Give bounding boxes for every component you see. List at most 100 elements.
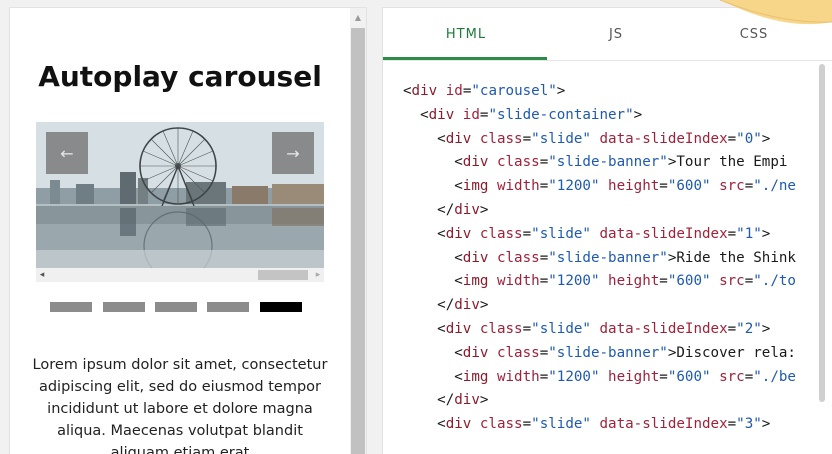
code-token: "slide" bbox=[531, 225, 591, 242]
scroll-up-arrow-icon[interactable]: ▲ bbox=[350, 8, 366, 26]
code-token: = bbox=[522, 416, 532, 433]
code-token: "2" bbox=[736, 320, 762, 337]
code-token: img bbox=[462, 273, 489, 290]
code-token: div bbox=[462, 249, 489, 266]
carousel-indicator-2[interactable] bbox=[103, 302, 145, 312]
code-line: <div id="slide-container"> bbox=[403, 104, 815, 128]
code-token: id bbox=[445, 83, 463, 99]
code-token: src bbox=[719, 178, 745, 195]
code-token: = bbox=[539, 178, 549, 195]
code-token: height bbox=[608, 368, 660, 385]
code-token: class bbox=[479, 225, 523, 242]
code-token: < bbox=[403, 416, 446, 433]
preview-vertical-scrollbar[interactable]: ▲ bbox=[350, 8, 366, 454]
code-line: </div> bbox=[403, 199, 815, 223]
vertical-scroll-thumb[interactable] bbox=[351, 28, 365, 454]
code-line: </div> bbox=[403, 294, 815, 318]
code-token: = bbox=[727, 225, 737, 242]
code-token: img bbox=[462, 368, 489, 385]
code-token: width bbox=[496, 368, 540, 385]
code-token: = bbox=[727, 320, 737, 337]
code-line: <img width="1200" height="600" src="./be bbox=[403, 366, 815, 390]
code-token: class bbox=[496, 154, 540, 171]
code-line: </div> bbox=[403, 389, 815, 413]
code-token: "0" bbox=[736, 130, 762, 147]
code-token: "slide" bbox=[531, 416, 591, 433]
code-token: height bbox=[608, 273, 660, 290]
code-token: width bbox=[496, 273, 540, 290]
code-token: > bbox=[761, 320, 771, 337]
code-token: = bbox=[522, 225, 532, 242]
carousel-indicator-3[interactable] bbox=[155, 302, 197, 312]
code-token: div bbox=[454, 201, 480, 218]
code-line: <div class="slide" data-slideIndex="3"> bbox=[403, 413, 815, 437]
code-token: = bbox=[539, 368, 549, 385]
code-token: div bbox=[445, 130, 472, 147]
carousel-indicator-4[interactable] bbox=[207, 302, 249, 312]
scroll-left-arrow-icon[interactable]: ◂ bbox=[36, 268, 48, 282]
code-token: id bbox=[462, 106, 480, 123]
carousel-next-button[interactable]: → bbox=[272, 132, 314, 174]
code-token: div bbox=[445, 416, 472, 433]
page-title: Autoplay carousel bbox=[38, 60, 322, 93]
code-token: src bbox=[719, 273, 745, 290]
html-code-editor[interactable]: <div id="carousel"> <div id="slide-conta… bbox=[403, 80, 815, 454]
horizontal-scroll-thumb[interactable] bbox=[258, 270, 308, 280]
code-token: div bbox=[445, 320, 472, 337]
code-token: class bbox=[479, 416, 523, 433]
code-token: > bbox=[633, 106, 643, 123]
carousel-indicators bbox=[36, 302, 324, 314]
code-token: </ bbox=[403, 201, 455, 218]
code-token: = bbox=[744, 273, 754, 290]
code-token: < bbox=[403, 320, 446, 337]
scroll-right-arrow-icon[interactable]: ▸ bbox=[312, 268, 324, 282]
code-token: data-slideIndex bbox=[599, 320, 728, 337]
carousel-prev-button[interactable]: ← bbox=[46, 132, 88, 174]
tab-js[interactable]: JS bbox=[541, 8, 691, 60]
carousel: ← → ◂ ▸ bbox=[36, 122, 324, 312]
code-token: class bbox=[479, 320, 523, 337]
page-curl-decoration bbox=[720, 0, 832, 25]
code-token: > bbox=[479, 201, 489, 218]
tab-html[interactable]: HTML bbox=[391, 8, 541, 60]
code-token: src bbox=[719, 368, 745, 385]
code-token: >Discover rela: bbox=[667, 344, 796, 361]
code-token: data-slideIndex bbox=[599, 130, 728, 147]
carousel-indicator-1[interactable] bbox=[50, 302, 92, 312]
code-token: div bbox=[445, 225, 472, 242]
preview-pane: Autoplay carousel ← → ◂ ▸ Lorem ipsum do… bbox=[10, 8, 366, 454]
active-tab-indicator bbox=[383, 57, 547, 60]
code-token: div bbox=[411, 83, 438, 99]
code-vertical-scrollbar[interactable] bbox=[819, 64, 827, 454]
code-token: = bbox=[659, 178, 668, 195]
code-token: "slide-banner" bbox=[548, 154, 668, 171]
code-token: > bbox=[479, 297, 489, 314]
code-token: div bbox=[454, 392, 480, 409]
carousel-indicator-5[interactable] bbox=[260, 302, 302, 312]
code-token: </ bbox=[403, 392, 455, 409]
code-token: = bbox=[659, 368, 668, 385]
code-token: = bbox=[659, 273, 668, 290]
code-scroll-thumb[interactable] bbox=[819, 64, 825, 402]
code-line: <div class="slide-banner">Discover rela: bbox=[403, 342, 815, 366]
code-token: = bbox=[522, 130, 532, 147]
carousel-horizontal-scrollbar[interactable]: ◂ ▸ bbox=[36, 268, 324, 282]
code-token: height bbox=[608, 178, 660, 195]
code-token: > bbox=[556, 83, 566, 99]
code-token: data-slideIndex bbox=[599, 225, 728, 242]
code-token: < bbox=[403, 154, 463, 171]
code-token: > bbox=[761, 130, 771, 147]
